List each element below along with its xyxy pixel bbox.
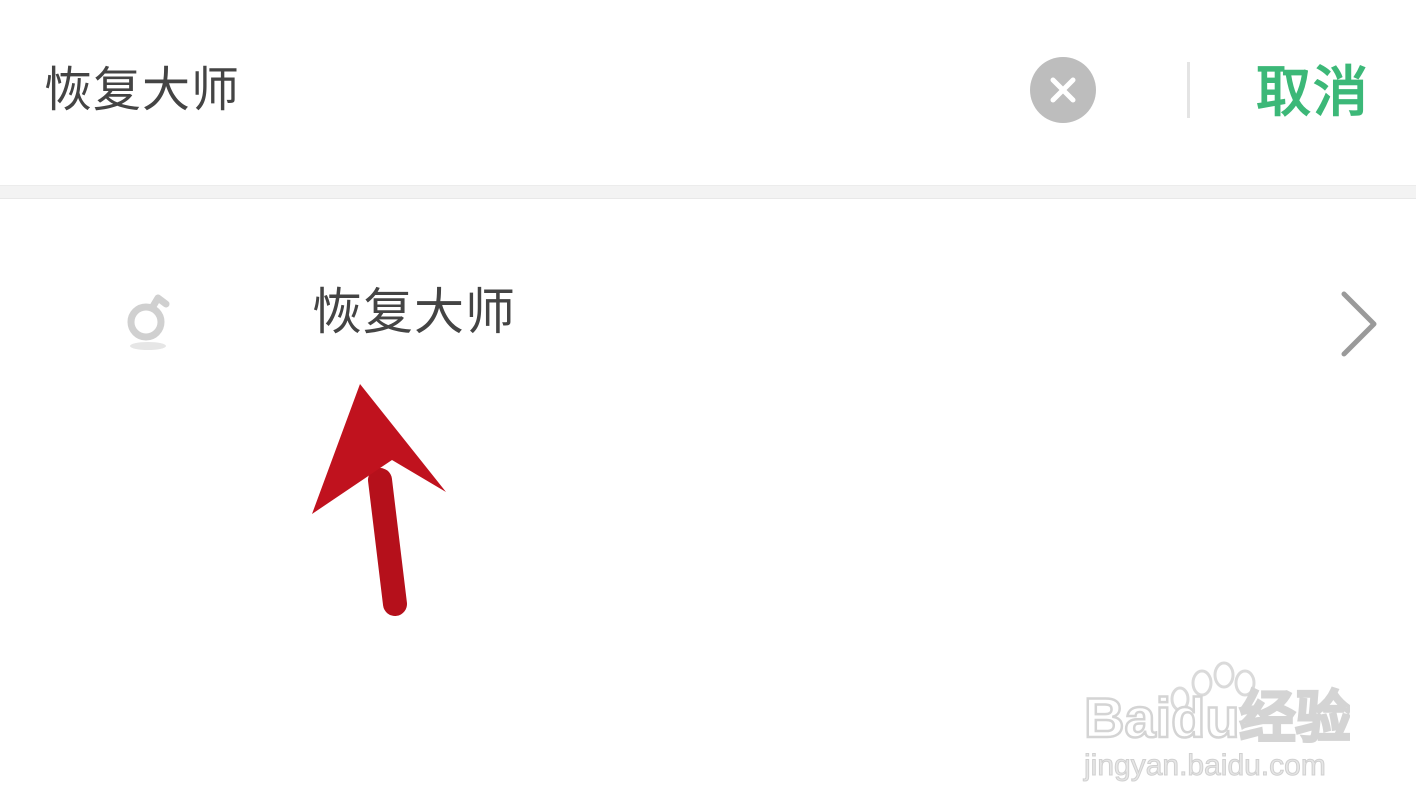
clear-search-button[interactable] bbox=[1030, 57, 1096, 123]
annotation-arrow bbox=[312, 384, 446, 616]
cancel-button[interactable]: 取消 bbox=[1256, 52, 1370, 132]
search-result-item[interactable]: 恢复大师 bbox=[0, 200, 1416, 410]
search-bar: 恢复大师 取消 bbox=[0, 0, 1416, 185]
watermark-url: jingyan.baidu.com bbox=[1083, 749, 1326, 782]
search-input[interactable]: 恢复大师 bbox=[44, 50, 944, 130]
page: 恢复大师 取消 恢复大师 Baidu经验 jingyan.baidu.com bbox=[0, 0, 1416, 810]
divider bbox=[1187, 62, 1190, 118]
section-divider bbox=[0, 185, 1416, 199]
mini-program-icon bbox=[127, 294, 170, 350]
chevron-right-icon bbox=[1341, 291, 1377, 357]
result-label: 恢复大师 bbox=[312, 283, 516, 341]
watermark-brand: Baidu经验 bbox=[1084, 686, 1350, 749]
watermark-logo: Baidu经验 jingyan.baidu.com bbox=[1083, 661, 1350, 783]
close-icon bbox=[1050, 77, 1076, 103]
